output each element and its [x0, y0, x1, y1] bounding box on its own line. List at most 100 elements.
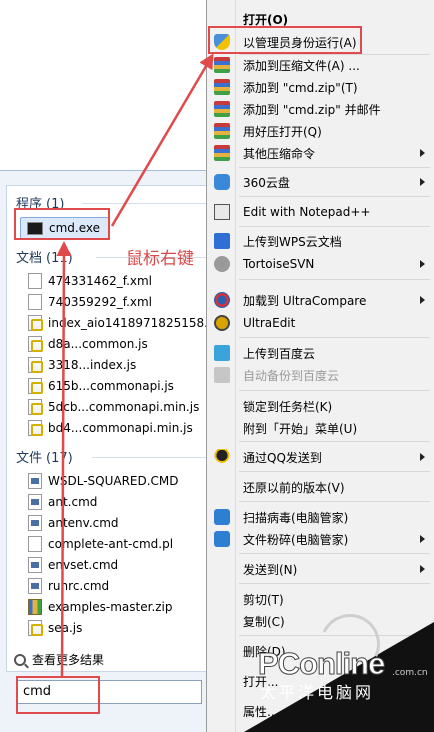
menu-item-label: Edit with Notepad++: [243, 205, 371, 219]
result-label: examples-master.zip: [48, 600, 173, 614]
menu-item-label: 其他压缩命令: [243, 146, 316, 161]
js-file-icon: [28, 420, 43, 436]
result-file[interactable]: WSDL-SQUARED.CMD: [28, 471, 179, 491]
menu-item-label: 剪切(T): [243, 592, 284, 607]
menu-item-label: 打开(O): [243, 12, 289, 27]
js-file-icon: [28, 336, 43, 352]
result-document[interactable]: bd4...commonapi.min.js: [28, 418, 193, 438]
js-file-icon: [28, 315, 43, 331]
menu-separator: [239, 279, 430, 280]
submenu-arrow-icon: [420, 535, 425, 543]
js-file-icon: [28, 620, 43, 636]
result-document[interactable]: 740359292_f.xml: [28, 292, 152, 312]
result-file[interactable]: examples-master.zip: [28, 597, 173, 617]
cmd-file-icon: [28, 557, 42, 573]
js-file-icon: [28, 357, 43, 373]
documents-label: 文档: [16, 251, 43, 266]
menu-item-file-shredder[interactable]: 文件粉碎(电脑管家): [207, 528, 434, 550]
menu-item-cut[interactable]: 剪切(T): [207, 588, 434, 610]
result-label: 615b...commonapi.js: [48, 379, 174, 393]
result-file[interactable]: sea.js: [28, 618, 82, 638]
menu-item-tortoise-svn[interactable]: TortoiseSVN: [207, 253, 434, 275]
result-label: runrc.cmd: [48, 579, 110, 593]
wps-icon: [214, 233, 230, 249]
result-file[interactable]: runrc.cmd: [28, 576, 109, 596]
submenu-arrow-icon: [420, 149, 425, 157]
menu-item-label: 添加到 "cmd.zip" 并邮件: [243, 102, 381, 117]
menu-item-label: 上传到百度云: [243, 346, 316, 361]
tortoise-svn-icon: [214, 256, 230, 272]
result-document[interactable]: 615b...commonapi.js: [28, 376, 174, 396]
menu-separator: [239, 583, 430, 584]
haozip-icon: [214, 123, 230, 139]
files-count: (17): [46, 451, 73, 466]
menu-item-backup-baidu[interactable]: 自动备份到百度云: [207, 364, 434, 386]
result-document[interactable]: 3318...index.js: [28, 355, 136, 375]
result-label: antenv.cmd: [48, 516, 119, 530]
result-label: WSDL-SQUARED.CMD: [48, 474, 179, 488]
menu-item-ultracompare[interactable]: 加载到 UltraCompare: [207, 289, 434, 311]
annotation-right-click: 鼠标右键: [126, 249, 194, 269]
menu-separator: [239, 553, 430, 554]
menu-item-open-with-haozip[interactable]: 用好压打开(Q): [207, 120, 434, 142]
menu-item-label: 还原以前的版本(V): [243, 480, 345, 495]
baidu-cloud-icon: [214, 345, 230, 361]
submenu-arrow-icon: [420, 565, 425, 573]
zip-file-icon: [28, 599, 42, 615]
menu-item-add-to-archive[interactable]: 添加到压缩文件(A) ...: [207, 54, 434, 76]
pl-file-icon: [28, 536, 42, 552]
see-more-results-link[interactable]: 查看更多结果: [14, 651, 104, 668]
result-file[interactable]: ant.cmd: [28, 492, 97, 512]
cmd-file-icon: [28, 473, 42, 489]
menu-item-scan-virus[interactable]: 扫描病毒(电脑管家): [207, 506, 434, 528]
result-file[interactable]: antenv.cmd: [28, 513, 119, 533]
menu-separator: [239, 196, 430, 197]
js-file-icon: [28, 399, 43, 415]
menu-item-label: 上传到WPS云文档: [243, 234, 342, 249]
result-document[interactable]: 474331462_f.xml: [28, 271, 152, 291]
files-category-header[interactable]: 文件 (17): [16, 447, 73, 466]
menu-item-add-to-cmd-zip-email[interactable]: 添加到 "cmd.zip" 并邮件: [207, 98, 434, 120]
menu-item-send-to[interactable]: 发送到(N): [207, 558, 434, 580]
menu-item-send-via-qq[interactable]: 通过QQ发送到: [207, 446, 434, 468]
menu-item-upload-baidu[interactable]: 上传到百度云: [207, 342, 434, 364]
result-label: complete-ant-cmd.pl: [48, 537, 174, 551]
menu-item-pin-taskbar[interactable]: 锁定到任务栏(K): [207, 395, 434, 417]
submenu-arrow-icon: [420, 178, 425, 186]
result-file[interactable]: envset.cmd: [28, 555, 118, 575]
documents-count: (11): [46, 251, 73, 266]
menu-item-label: 自动备份到百度云: [243, 368, 340, 383]
result-document[interactable]: 5dcb...commonapi.min.js: [28, 397, 199, 417]
menu-item-add-to-cmd-zip[interactable]: 添加到 "cmd.zip"(T): [207, 76, 434, 98]
result-file[interactable]: complete-ant-cmd.pl: [28, 534, 173, 554]
menu-item-label: 通过QQ发送到: [243, 450, 322, 465]
menu-item-label: 加载到 UltraCompare: [243, 293, 367, 308]
result-document[interactable]: d8a...common.js: [28, 334, 148, 354]
menu-item-other-compress[interactable]: 其他压缩命令: [207, 142, 434, 164]
files-label: 文件: [16, 451, 43, 466]
menu-item-label: 添加到压缩文件(A) ...: [243, 58, 360, 73]
cmd-file-icon: [28, 494, 42, 510]
xml-file-icon: [28, 273, 42, 289]
menu-item-ultraedit[interactable]: UltraEdit: [207, 312, 434, 334]
menu-item-360-cloud[interactable]: 360云盘: [207, 171, 434, 193]
menu-item-label: UltraEdit: [243, 316, 296, 330]
menu-item-upload-wps[interactable]: 上传到WPS云文档: [207, 230, 434, 252]
result-document[interactable]: index_aio1418971825158.js: [28, 313, 218, 333]
result-label: 5dcb...commonapi.min.js: [48, 400, 200, 414]
js-file-icon: [28, 378, 43, 394]
cmd-file-icon: [28, 578, 42, 594]
qq-icon: [214, 449, 230, 465]
menu-item-label: 扫描病毒(电脑管家): [243, 510, 349, 525]
xml-file-icon: [28, 294, 42, 310]
menu-item-pin-start[interactable]: 附到「开始」菜单(U): [207, 417, 434, 439]
tencent-pc-manager-icon: [214, 509, 230, 525]
menu-item-notepad-plus[interactable]: Edit with Notepad++: [207, 201, 434, 223]
result-label: 474331462_f.xml: [48, 274, 153, 288]
menu-item-label: 发送到(N): [243, 562, 298, 577]
watermark-logo: PConline: [257, 646, 385, 682]
winrar-icon: [214, 145, 230, 161]
highlight-search-box: [16, 676, 100, 714]
menu-item-restore-versions[interactable]: 还原以前的版本(V): [207, 476, 434, 498]
documents-category-header[interactable]: 文档 (11): [16, 247, 73, 266]
